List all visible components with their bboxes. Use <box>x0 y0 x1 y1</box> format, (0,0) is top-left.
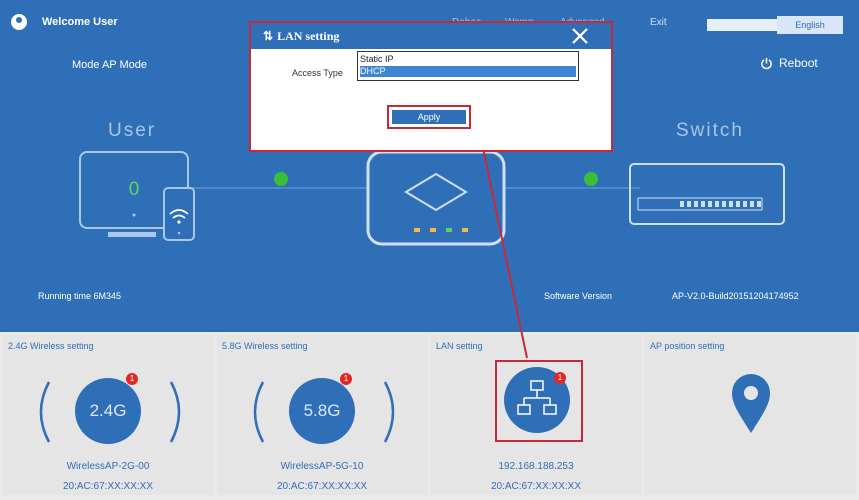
apply-highlight-frame: Apply <box>387 105 471 129</box>
user-connected-indicator <box>274 172 288 186</box>
reboot-button[interactable]: Reboot <box>760 56 818 70</box>
mac-5g: 20:AC:67:XX:XX:XX <box>276 481 368 492</box>
wifi-5g-icon: 5.8G <box>289 378 355 444</box>
user-icon <box>11 14 27 30</box>
notification-badge: 1 <box>126 373 138 385</box>
lan-settings-icon: ⇅ <box>263 29 274 43</box>
router-admin-page: Welcome User Dahaa Wamp Advanced Exit En… <box>0 0 859 500</box>
mac-lan: 20:AC:67:XX:XX:XX <box>490 481 582 492</box>
network-diagram: 0 <box>79 150 785 246</box>
option-static-ip[interactable]: Static IP <box>360 54 576 65</box>
access-type-label: Access Type <box>292 68 343 78</box>
option-dhcp[interactable]: DHCP <box>360 66 576 77</box>
language-bar <box>707 19 777 31</box>
dialog-header: ⇅ LAN setting <box>251 23 611 49</box>
apply-button[interactable]: Apply <box>392 110 466 124</box>
panel-2g-wireless[interactable]: 2.4G Wireless setting 2.4G 1 WirelessAP-… <box>3 335 213 495</box>
location-pin-icon <box>732 374 770 433</box>
panel-title: AP position setting <box>650 341 725 351</box>
access-point-icon <box>366 150 506 246</box>
panel-title: 2.4G Wireless setting <box>8 341 94 351</box>
mac-2g: 20:AC:67:XX:XX:XX <box>62 481 154 492</box>
panel-title: 5.8G Wireless setting <box>222 341 308 351</box>
language-button[interactable]: English <box>777 16 843 34</box>
ssid-5g: WirelessAP-5G-10 <box>280 461 364 472</box>
settings-panels: 2.4G Wireless setting 2.4G 1 WirelessAP-… <box>0 332 859 500</box>
running-time: Running time 6M345 <box>38 291 122 301</box>
user-count: 0 <box>129 179 140 200</box>
ssid-2g: WirelessAP-2G-00 <box>66 461 150 472</box>
software-version-label: Software Version <box>544 291 613 301</box>
mode-label: Mode AP Mode <box>72 59 148 71</box>
switch-heading: Switch <box>676 120 744 141</box>
access-type-dropdown[interactable]: Static IP DHCP <box>357 51 579 81</box>
panel-ap-position[interactable]: AP position setting <box>645 335 856 495</box>
software-version-value: AP-V2.0-Build20151204174952 <box>672 291 799 301</box>
user-heading: User <box>108 120 157 141</box>
wifi-2g-icon: 2.4G <box>75 378 141 444</box>
dialog-title-text: LAN setting <box>277 29 340 43</box>
panel-lan-setting[interactable]: LAN setting 1 192.168.188.253 20:AC:67:X… <box>431 335 641 495</box>
exit-link[interactable]: Exit <box>650 17 667 28</box>
reboot-label: Reboot <box>779 56 818 70</box>
lan-setting-dialog: ⇅ LAN setting Access Type Static IP DHCP … <box>249 21 613 152</box>
lan-ip-address: 192.168.188.253 <box>498 461 574 472</box>
panel-5g-wireless[interactable]: 5.8G Wireless setting 5.8G 1 WirelessAP-… <box>217 335 427 495</box>
close-icon <box>572 28 588 44</box>
dialog-title: ⇅ LAN setting <box>263 29 339 44</box>
notification-badge: 1 <box>340 373 352 385</box>
welcome-text: Welcome User <box>42 16 118 28</box>
panel-title: LAN setting <box>436 341 483 351</box>
switch-icon <box>629 163 785 225</box>
notification-badge: 1 <box>554 372 566 384</box>
power-icon <box>761 57 772 70</box>
close-button[interactable] <box>569 25 591 47</box>
switch-connected-indicator <box>584 172 598 186</box>
